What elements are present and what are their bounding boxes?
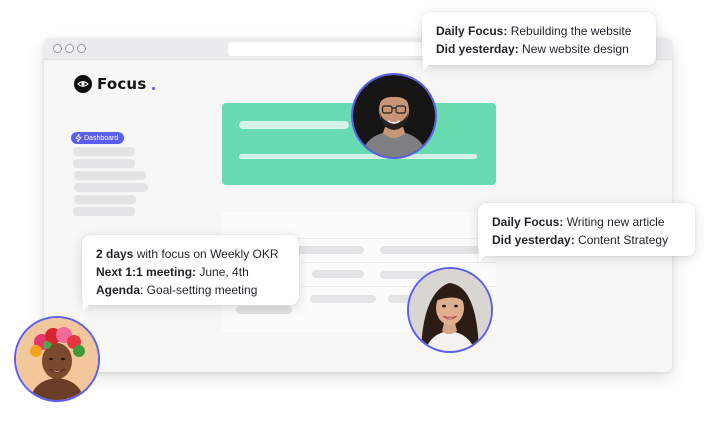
focus-logo-icon xyxy=(74,75,92,93)
window-minimize-dot[interactable] xyxy=(65,44,74,53)
bubble-line-daily-focus: Daily Focus: Writing new article xyxy=(492,213,681,231)
lightning-icon xyxy=(75,134,82,142)
table-cell-placeholder xyxy=(236,306,292,314)
value: June, 4th xyxy=(196,265,249,279)
bubble-line-agenda: Agenda: Goal-setting meeting xyxy=(96,281,285,299)
bubble-line-next-meeting: Next 1:1 meeting: June, 4th xyxy=(96,263,285,281)
sidebar-item-dashboard[interactable]: Dashboard xyxy=(71,132,125,144)
label: Did yesterday: xyxy=(492,233,575,247)
sidebar-item-placeholder[interactable] xyxy=(74,183,148,192)
value: : Goal-setting meeting xyxy=(140,283,258,297)
label: Agenda xyxy=(96,283,141,297)
status-bubble-left: 2 days with focus on Weekly OKR Next 1:1… xyxy=(82,235,299,305)
sidebar-item-placeholder[interactable] xyxy=(73,207,135,216)
logo-text: Focus xyxy=(97,75,147,93)
table-cell-placeholder xyxy=(290,246,364,254)
bubble-line-focus-streak: 2 days with focus on Weekly OKR xyxy=(96,245,285,263)
sidebar-item-placeholder[interactable] xyxy=(74,195,136,204)
label: Daily Focus: xyxy=(492,215,564,229)
avatar-man[interactable] xyxy=(351,73,437,159)
label: Did yesterday: xyxy=(436,42,519,56)
avatar-flower-crown[interactable] xyxy=(14,316,100,402)
hero-progress-placeholder xyxy=(239,154,477,159)
value: New website design xyxy=(518,42,629,56)
sidebar-item-placeholder[interactable] xyxy=(73,147,135,156)
bubble-line-daily-focus: Daily Focus: Rebuilding the website xyxy=(436,22,642,40)
label: Daily Focus: xyxy=(436,24,508,38)
value: Writing new article xyxy=(563,215,665,229)
bubble-line-did-yesterday: Did yesterday: Content Strategy xyxy=(492,231,681,249)
avatar-man-image xyxy=(353,75,435,157)
window-close-dot[interactable] xyxy=(53,44,62,53)
table-cell-placeholder xyxy=(310,295,376,303)
value: Content Strategy xyxy=(574,233,669,247)
avatar-woman[interactable] xyxy=(407,267,493,353)
logo-accent-dot xyxy=(152,87,156,90)
status-bubble-top: Daily Focus: Rebuilding the website Did … xyxy=(422,12,656,65)
sidebar-item-placeholder[interactable] xyxy=(73,159,135,168)
sidebar-item-placeholder[interactable] xyxy=(74,171,146,180)
hero-title-placeholder xyxy=(239,121,349,129)
value: Rebuilding the website xyxy=(507,24,632,38)
value: with focus on Weekly OKR xyxy=(133,247,279,261)
sidebar-item-label: Dashboard xyxy=(84,134,119,142)
label: 2 days xyxy=(96,247,134,261)
label: Next 1:1 meeting: xyxy=(96,265,197,279)
app-logo[interactable]: Focus xyxy=(74,75,156,93)
table-cell-placeholder xyxy=(312,270,364,278)
avatar-woman-image xyxy=(409,269,491,351)
status-bubble-right: Daily Focus: Writing new article Did yes… xyxy=(478,203,695,256)
bubble-line-did-yesterday: Did yesterday: New website design xyxy=(436,40,642,58)
avatar-flower-crown-image xyxy=(16,318,98,400)
table-cell-placeholder xyxy=(380,246,480,254)
window-maximize-dot[interactable] xyxy=(77,44,86,53)
